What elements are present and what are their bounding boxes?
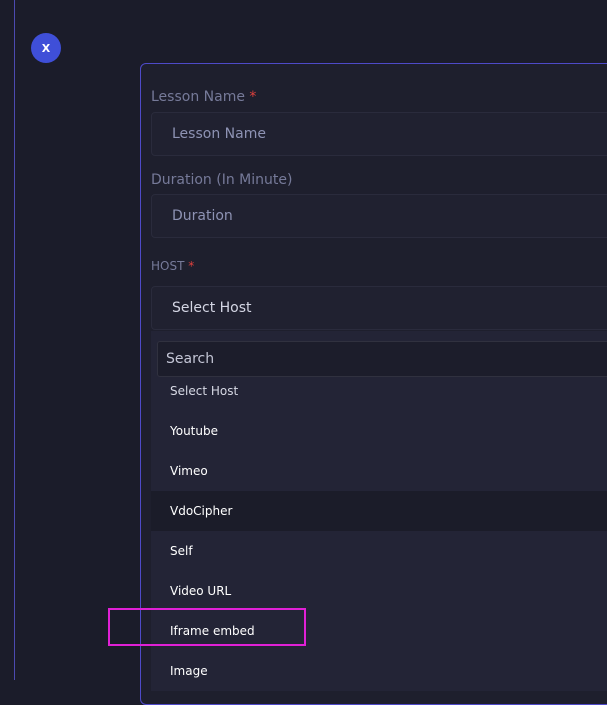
host-option[interactable]: Select Host bbox=[151, 382, 607, 400]
close-button[interactable]: X bbox=[31, 33, 61, 63]
duration-label: Duration (In Minute) bbox=[151, 172, 293, 188]
host-option[interactable]: VdoCipher bbox=[151, 491, 607, 531]
host-option[interactable]: Youtube bbox=[151, 411, 607, 451]
host-label: HOST * bbox=[151, 259, 194, 273]
duration-input[interactable]: Duration bbox=[151, 194, 607, 238]
host-label-text: HOST bbox=[151, 259, 185, 273]
required-mark: * bbox=[249, 89, 257, 105]
host-select[interactable]: Select Host bbox=[151, 286, 607, 330]
lesson-name-label-text: Lesson Name bbox=[151, 89, 245, 105]
lesson-name-input[interactable]: Lesson Name bbox=[151, 112, 607, 156]
dropdown-search-input[interactable]: Search bbox=[157, 341, 607, 377]
lesson-name-label: Lesson Name * bbox=[151, 89, 256, 105]
left-border-rule bbox=[14, 0, 15, 680]
host-option[interactable]: Vimeo bbox=[151, 451, 607, 491]
required-mark: * bbox=[188, 259, 195, 273]
host-option[interactable]: Video URL bbox=[151, 571, 607, 611]
host-option[interactable]: Self bbox=[151, 531, 607, 571]
host-option[interactable]: Iframe embed bbox=[151, 611, 607, 651]
host-option[interactable]: Image bbox=[151, 651, 607, 691]
